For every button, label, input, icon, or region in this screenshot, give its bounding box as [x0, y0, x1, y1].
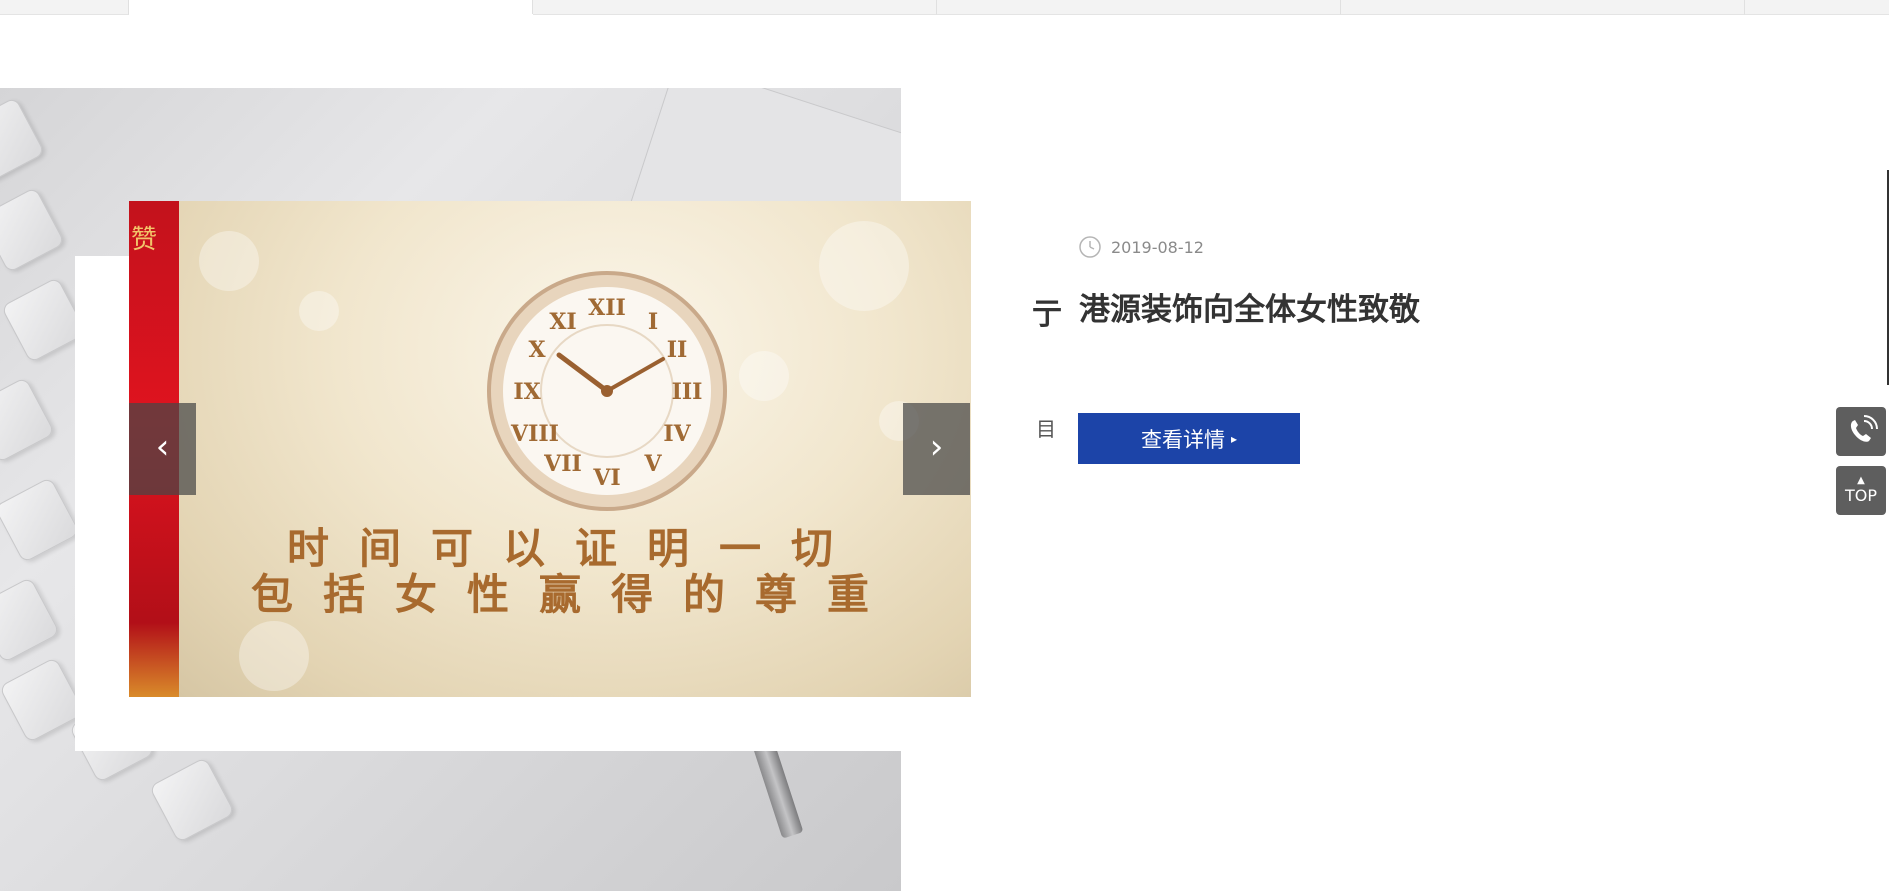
keyboard-key: [0, 476, 81, 564]
bokeh-light: [819, 221, 909, 311]
clock-icon: [1079, 236, 1101, 258]
chevron-right-icon: ›: [929, 427, 944, 467]
article-date: 2019-08-12: [1111, 237, 1204, 257]
keyboard-key: [148, 756, 236, 844]
slider-next-button[interactable]: ›: [903, 403, 970, 495]
svg-text:VII: VII: [543, 451, 582, 477]
tab-1[interactable]: [0, 0, 129, 15]
svg-text:IV: IV: [663, 421, 691, 447]
tab-2-active[interactable]: [129, 0, 533, 14]
caret-right-icon: ▸: [1230, 431, 1238, 446]
previous-article-title-fragment: 亍: [1032, 297, 1062, 332]
tab-4[interactable]: [937, 0, 1341, 15]
svg-text:II: II: [667, 337, 688, 363]
svg-text:XII: XII: [588, 295, 626, 321]
previous-article-text-fragment: 目: [1036, 417, 1056, 441]
tab-5[interactable]: [1341, 0, 1745, 15]
svg-text:I: I: [648, 309, 658, 335]
svg-text:XI: XI: [549, 309, 576, 335]
caret-up-icon: ▲: [1857, 475, 1865, 486]
bokeh-light: [299, 291, 339, 331]
svg-text:V: V: [643, 451, 662, 477]
tab-6[interactable]: [1745, 0, 1889, 15]
slide-image-womens-day: XII I II III IV V VI VII VIII IX X XI 时间…: [179, 201, 971, 697]
bokeh-light: [199, 231, 259, 291]
svg-text:VIII: VIII: [510, 421, 559, 447]
back-to-top-label: TOP: [1844, 486, 1877, 505]
phone-icon: [1850, 415, 1878, 442]
keyboard-key: [0, 186, 66, 274]
poster-text-line-2: 包括女性赢得的尊重: [250, 570, 899, 619]
view-details-button[interactable]: 查看详情 ▸: [1078, 413, 1300, 464]
previous-slide-text: 赞: [131, 225, 158, 255]
keyboard-key: [0, 376, 56, 464]
svg-text:X: X: [528, 337, 546, 363]
article-date-row: 2019-08-12: [1078, 235, 1204, 259]
top-tab-strip: [0, 0, 1889, 15]
svg-text:III: III: [672, 379, 703, 405]
news-image-slider: 赞 XII I II III IV V VI VII VIII IX X XI …: [129, 201, 971, 697]
keyboard-key: [0, 576, 61, 664]
view-details-label: 查看详情: [1140, 427, 1225, 452]
slider-prev-button[interactable]: ‹: [129, 403, 196, 495]
back-to-top-button[interactable]: ▲ TOP: [1836, 466, 1886, 515]
contact-phone-button[interactable]: [1836, 407, 1886, 456]
article-title[interactable]: 港源装饰向全体女性致敬: [1079, 284, 1420, 329]
keyboard-key: [0, 96, 46, 184]
svg-text:IX: IX: [513, 379, 541, 405]
tab-3[interactable]: [533, 0, 937, 15]
bokeh-light: [239, 621, 309, 691]
bokeh-light: [739, 351, 789, 401]
chevron-left-icon: ‹: [155, 427, 170, 467]
clock-illustration: XII I II III IV V VI VII VIII IX X XI: [487, 271, 727, 511]
svg-text:VI: VI: [592, 465, 620, 491]
